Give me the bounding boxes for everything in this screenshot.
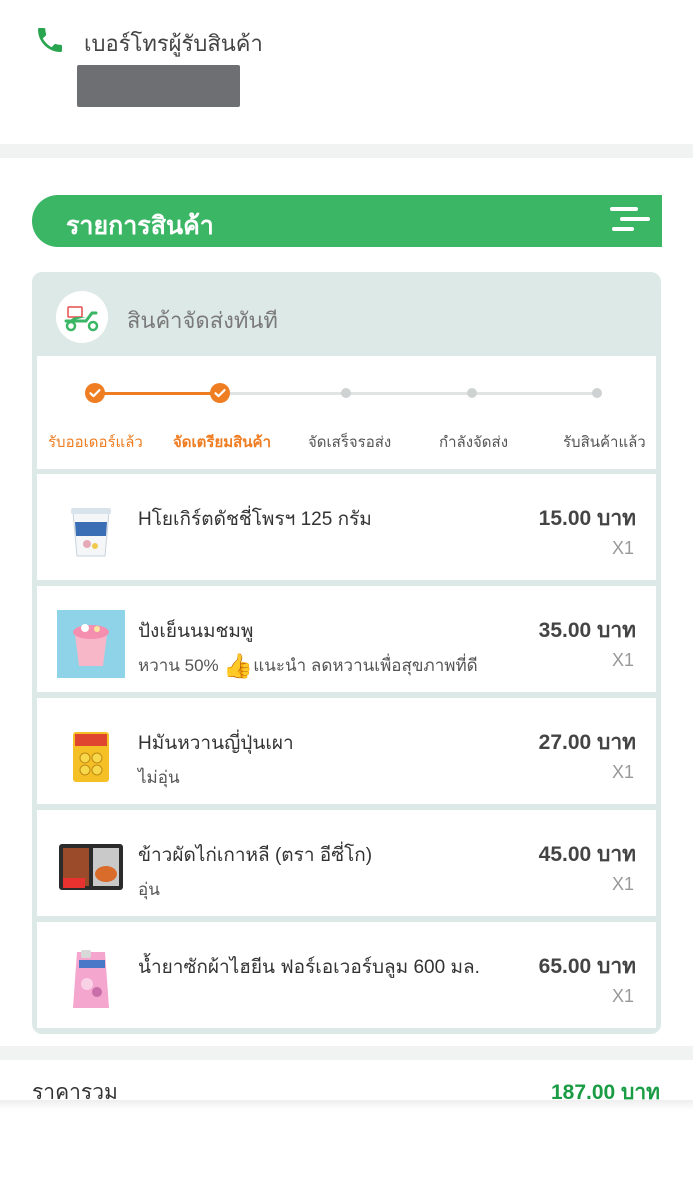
item-price: 65.00 บาท <box>538 955 636 978</box>
scooter-badge <box>56 291 108 343</box>
step-current-check-icon <box>210 383 230 403</box>
item-price: 15.00 บาท <box>538 507 636 530</box>
item-name: Hมันหวานญี่ปุ่นเผา <box>138 733 294 754</box>
item-note: ไม่อุ่น <box>138 768 180 787</box>
item-name: Hโยเกิร์ตดัชชี่โพรฯ 125 กรัม <box>138 509 372 530</box>
item-name: น้ำยาซักผ้าไฮยีน ฟอร์เอเวอร์บลูม 600 มล. <box>138 957 480 978</box>
item-quantity: X1 <box>611 986 634 1006</box>
fried-rice-box-icon <box>59 844 123 890</box>
detergent-pouch-icon <box>73 950 109 1008</box>
step-done-check-icon <box>85 383 105 403</box>
step-label-order-received: รับออเดอร์แล้ว <box>48 434 143 451</box>
item-price: 45.00 บาท <box>538 843 636 866</box>
progress-line-pending <box>219 392 597 395</box>
item-note-recommendation: แนะนำ ลดหวานเพื่อสุขภาพที่ดี <box>253 656 478 675</box>
step-pending-dot <box>592 388 602 398</box>
progress-line-done <box>95 392 219 395</box>
item-price: 35.00 บาท <box>538 619 636 642</box>
items-section-title: รายการสินค้า <box>66 212 214 240</box>
delivery-type-label: สินค้าจัดส่งทันที <box>127 308 278 333</box>
bottom-fade <box>0 1100 693 1110</box>
item-quantity: X1 <box>611 762 634 782</box>
delivery-type-header: สินค้าจัดส่งทันที <box>32 272 661 356</box>
order-progress-tracker: รับออเดอร์แล้ว จัดเตรียมสินค้า จัดเสร็จร… <box>37 356 656 469</box>
phone-icon[interactable] <box>34 24 66 56</box>
order-item[interactable]: Hโยเกิร์ตดัชชี่โพรฯ 125 กรัม 15.00 บาท X… <box>37 474 656 580</box>
step-label-ready-to-ship: จัดเสร็จรอส่ง <box>308 434 392 451</box>
item-note: อุ่น <box>138 880 160 899</box>
order-item[interactable]: ข้าวผัดไก่เกาหลี (ตรา อีซี่โก) อุ่น 45.0… <box>37 810 656 916</box>
item-name: ปังเย็นนมชมพู <box>138 621 254 642</box>
item-note: หวาน 50% 👍แนะนำ ลดหวานเพื่อสุขภาพที่ดี <box>138 652 478 681</box>
step-label-delivered: รับสินค้าแล้ว <box>563 434 646 451</box>
order-item[interactable]: Hมันหวานญี่ปุ่นเผา ไม่อุ่น 27.00 บาท X1 <box>37 698 656 804</box>
redacted-phone-number <box>77 65 240 107</box>
section-divider <box>0 1046 693 1060</box>
item-quantity: X1 <box>611 874 634 894</box>
speed-lines-icon <box>602 195 662 247</box>
order-item[interactable]: น้ำยาซักผ้าไฮยีน ฟอร์เอเวอร์บลูม 600 มล.… <box>37 922 656 1028</box>
recipient-contact: เบอร์โทรผู้รับสินค้า <box>0 0 693 144</box>
items-section-banner: รายการสินค้า <box>32 195 662 247</box>
section-divider <box>0 144 693 158</box>
item-name: ข้าวผัดไก่เกาหลี (ตรา อีซี่โก) <box>138 845 373 866</box>
order-card: สินค้าจัดส่งทันที รับออเดอร์แล้ว จัดเตรี… <box>32 272 661 1034</box>
step-pending-dot <box>467 388 477 398</box>
thumbs-up-icon: 👍 <box>223 653 254 681</box>
step-label-delivering: กำลังจัดส่ง <box>439 434 509 451</box>
yogurt-cup-icon <box>71 508 111 557</box>
scooter-icon <box>64 306 99 332</box>
recipient-phone-label: เบอร์โทรผู้รับสินค้า <box>84 31 263 56</box>
order-item[interactable]: ปังเย็นนมชมพู หวาน 50% 👍แนะนำ ลดหวานเพื่… <box>37 586 656 692</box>
pink-dessert-icon <box>57 610 125 678</box>
step-label-preparing: จัดเตรียมสินค้า <box>173 434 271 451</box>
item-note-sweetness: หวาน 50% <box>138 656 219 675</box>
item-quantity: X1 <box>611 538 634 558</box>
item-price: 27.00 บาท <box>538 731 636 754</box>
item-quantity: X1 <box>611 650 634 670</box>
sweet-potato-pack-icon <box>73 732 109 782</box>
step-pending-dot <box>341 388 351 398</box>
